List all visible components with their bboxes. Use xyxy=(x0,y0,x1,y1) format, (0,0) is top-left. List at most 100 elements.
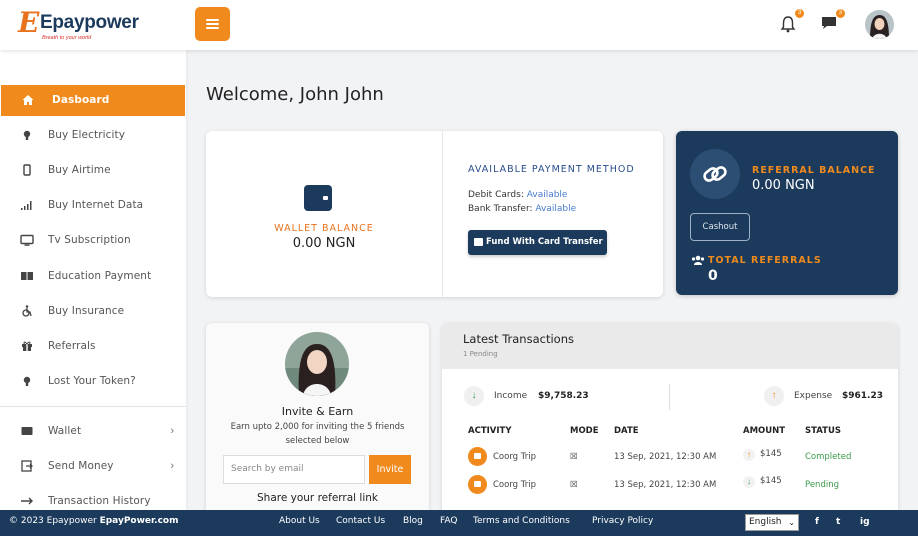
messages-button[interactable]: 3 xyxy=(821,9,845,33)
debit-cards-line: Debit Cards: Available xyxy=(468,190,567,200)
invite-description: Earn upto 2,000 for inviting the 5 frien… xyxy=(230,422,405,446)
footer-link-blog[interactable]: Blog xyxy=(403,516,423,526)
footer-copyright: © 2023 Epaypower EpayPower.com xyxy=(9,516,178,526)
sidebar-item-label: Education Payment xyxy=(48,270,152,282)
footer-link-terms[interactable]: Terms and Conditions xyxy=(473,516,570,526)
share-referral-text: Share your referral link xyxy=(257,492,378,504)
amount-down-icon: ↓ xyxy=(743,476,755,488)
menu-toggle-button[interactable] xyxy=(195,7,230,41)
invite-email-input[interactable]: Search by email xyxy=(223,455,365,484)
send-icon xyxy=(21,460,33,472)
sidebar-item-wallet[interactable]: Wallet › xyxy=(0,416,186,447)
table-cell-status: Completed xyxy=(805,452,852,462)
messages-badge: 3 xyxy=(836,9,845,18)
cashout-button[interactable]: Cashout xyxy=(690,213,750,241)
total-referrals-label: TOTAL REFERRALS xyxy=(708,255,822,266)
table-cell-activity: Coorg Trip xyxy=(493,480,536,490)
arrow-icon xyxy=(21,497,33,505)
wallet-icon xyxy=(304,185,332,211)
chat-icon xyxy=(822,17,836,29)
sidebar-item-label: Referrals xyxy=(48,340,96,352)
brand-tagline: Breath to your world xyxy=(42,35,92,41)
footer-link-privacy[interactable]: Privacy Policy xyxy=(592,516,653,526)
transactions-card: Latest Transactions 1 Pending ↓ Income $… xyxy=(442,323,898,523)
fund-with-card-button[interactable]: Fund With Card Transfer xyxy=(468,230,607,255)
referral-icon-circle xyxy=(690,149,740,199)
avatar-image xyxy=(865,10,894,39)
site-link[interactable]: EpayPower.com xyxy=(100,516,179,526)
transactions-subtitle: 1 Pending xyxy=(463,350,498,358)
instagram-icon[interactable]: ig xyxy=(860,517,870,527)
language-value: English xyxy=(749,517,782,527)
expense-arrow-icon: ↑ xyxy=(764,386,784,406)
bell-icon xyxy=(780,16,796,33)
table-cell-amount: $145 xyxy=(760,449,782,459)
user-avatar[interactable] xyxy=(865,10,894,39)
sidebar-item-label: Lost Your Token? xyxy=(48,375,136,387)
sidebar: Dasboard Buy Electricity Buy Airtime Buy… xyxy=(0,50,186,510)
debit-cards-status: Available xyxy=(526,190,568,200)
bank-transfer-line: Bank Transfer: Available xyxy=(468,204,576,214)
hamburger-icon xyxy=(206,19,219,21)
sidebar-item-buy-insurance[interactable]: Buy Insurance xyxy=(0,296,186,327)
notification-button[interactable]: 3 xyxy=(780,9,804,33)
referral-balance-label: REFERRAL BALANCE xyxy=(752,165,876,176)
bulb-icon xyxy=(23,376,31,386)
transactions-header: Latest Transactions 1 Pending xyxy=(442,323,898,369)
brand-logo[interactable]: E Epaypower Breath to your world xyxy=(18,6,139,46)
footer-link-about[interactable]: About Us xyxy=(279,516,320,526)
sidebar-item-label: Buy Internet Data xyxy=(48,199,144,211)
income-label: Income xyxy=(494,391,528,401)
chevron-down-icon: ⌄ xyxy=(788,518,795,527)
column-amount: AMOUNT xyxy=(743,426,786,436)
sidebar-item-send-money[interactable]: Send Money › xyxy=(0,451,186,482)
signal-icon xyxy=(21,201,32,210)
invite-image xyxy=(285,332,349,396)
fund-button-label: Fund With Card Transfer xyxy=(486,237,603,247)
table-cell-status: Pending xyxy=(805,480,839,490)
column-date: DATE xyxy=(614,426,639,436)
sidebar-item-dashboard[interactable]: Dasboard xyxy=(1,85,185,116)
sidebar-item-label: Transaction History xyxy=(48,495,151,507)
brand-name: Epaypower xyxy=(40,12,139,33)
amount-up-icon: ↑ xyxy=(743,449,755,461)
footer-link-faq[interactable]: FAQ xyxy=(440,516,457,526)
tv-icon xyxy=(20,234,34,246)
sidebar-item-buy-internet-data[interactable]: Buy Internet Data xyxy=(0,190,186,221)
language-select[interactable]: English ⌄ xyxy=(745,514,799,531)
table-cell-date: 13 Sep, 2021, 12:30 AM xyxy=(614,452,717,462)
phone-icon xyxy=(23,164,31,176)
income-expense-divider xyxy=(669,384,670,410)
sidebar-item-education-payment[interactable]: Education Payment xyxy=(0,261,186,292)
income-arrow-icon: ↓ xyxy=(464,386,484,406)
sidebar-item-lost-token[interactable]: Lost Your Token? xyxy=(0,366,186,397)
twitter-icon[interactable]: t xyxy=(836,517,840,527)
bank-transfer-status: Available xyxy=(535,204,577,214)
bulb-icon xyxy=(23,130,31,140)
sidebar-item-label: Tv Subscription xyxy=(48,234,131,246)
wallet-card: WALLET BALANCE 0.00 NGN AVAILABLE PAYMEN… xyxy=(206,131,663,297)
expense-value: $961.23 xyxy=(842,391,883,401)
footer: © 2023 Epaypower EpayPower.com About Us … xyxy=(0,510,918,536)
link-icon xyxy=(703,166,727,182)
sidebar-item-tv-subscription[interactable]: Tv Subscription xyxy=(0,225,186,256)
sidebar-item-label: Wallet xyxy=(48,425,82,437)
wallet-balance-label: WALLET BALANCE xyxy=(274,223,374,234)
chevron-right-icon: › xyxy=(170,460,174,472)
sidebar-item-buy-electricity[interactable]: Buy Electricity xyxy=(0,120,186,151)
gift-icon xyxy=(22,341,32,351)
table-cell-activity: Coorg Trip xyxy=(493,452,536,462)
facebook-icon[interactable]: f xyxy=(815,517,819,527)
chevron-right-icon: › xyxy=(170,425,174,437)
footer-link-contact[interactable]: Contact Us xyxy=(336,516,385,526)
notification-badge: 3 xyxy=(795,9,804,18)
sidebar-item-label: Buy Electricity xyxy=(48,129,126,141)
sidebar-item-label: Dasboard xyxy=(52,94,110,106)
invite-card: Invite & Earn Earn upto 2,000 for inviti… xyxy=(206,323,429,523)
sidebar-item-referrals[interactable]: Referrals xyxy=(0,331,186,362)
invite-button[interactable]: Invite xyxy=(369,455,411,484)
sidebar-divider xyxy=(0,406,186,407)
logo-letter: E xyxy=(18,6,40,39)
column-status: STATUS xyxy=(805,426,842,436)
sidebar-item-buy-airtime[interactable]: Buy Airtime xyxy=(0,155,186,186)
